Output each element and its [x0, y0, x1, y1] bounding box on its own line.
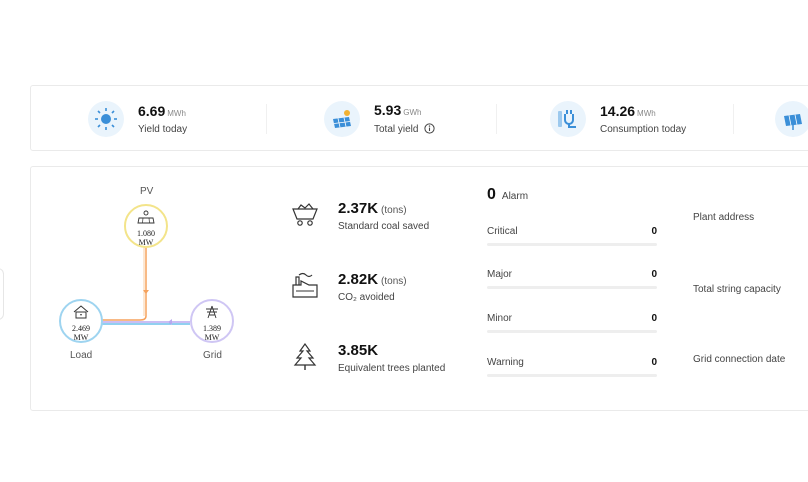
coal-saved-unit: (tons): [381, 205, 407, 216]
alarm-level-name: Critical: [487, 226, 518, 237]
trees-planted-value: 3.85K: [338, 342, 379, 359]
alarm-level-name: Warning: [487, 357, 524, 368]
alarm-row-critical[interactable]: Critical 0: [487, 226, 657, 246]
load-unit: MW: [73, 333, 89, 342]
alarm-row-minor[interactable]: Minor 0: [487, 313, 657, 333]
alarm-level-name: Major: [487, 269, 513, 280]
alarm-row-warning[interactable]: Warning 0: [487, 357, 657, 377]
alarm-bar: [487, 330, 657, 333]
grid-unit: MW: [204, 333, 220, 342]
power-tower-icon: [203, 305, 221, 324]
alarm-level-count: 0: [651, 226, 657, 237]
total-string-capacity-label: Total string capacity: [693, 284, 781, 295]
eco-trees-planted: 3.85K Equivalent trees planted: [290, 342, 445, 374]
alarm-bar: [487, 374, 657, 377]
alarm-bar: [487, 243, 657, 246]
pv-label: PV: [140, 186, 154, 197]
house-icon: [72, 305, 90, 324]
co2-avoided-label: CO₂ avoided: [338, 292, 395, 303]
grid-value: 1.389: [203, 324, 221, 333]
alarm-level-count: 0: [651, 269, 657, 280]
pv-value: 1.080: [137, 229, 155, 238]
load-label: Load: [70, 350, 93, 361]
co2-avoided-unit: (tons): [381, 276, 407, 287]
solar-panel-icon: [137, 210, 155, 229]
coal-cart-icon: [290, 200, 320, 230]
alarm-label: Alarm: [501, 191, 529, 202]
coal-saved-label: Standard coal saved: [338, 221, 430, 232]
alarm-level-name: Minor: [487, 313, 513, 324]
alarm-bar: [487, 286, 657, 289]
energy-flow-lines: [102, 246, 190, 325]
tree-icon: [290, 342, 320, 372]
eco-co2-avoided: 2.82K (tons) CO₂ avoided: [290, 271, 407, 303]
co2-avoided-value: 2.82K: [338, 271, 379, 288]
alarm-row-major[interactable]: Major 0: [487, 269, 657, 289]
pv-unit: MW: [138, 238, 154, 247]
alarm-level-count: 0: [651, 313, 657, 324]
load-node[interactable]: 2.469 MW: [59, 299, 103, 343]
grid-label: Grid: [203, 350, 222, 361]
alarm-level-count: 0: [651, 357, 657, 368]
alarm-summary[interactable]: 0 Alarm: [487, 186, 528, 204]
grid-node[interactable]: 1.389 MW: [190, 299, 234, 343]
plant-address-label: Plant address: [693, 212, 755, 223]
eco-coal-saved: 2.37K (tons) Standard coal saved: [290, 200, 429, 232]
trees-planted-label: Equivalent trees planted: [338, 363, 446, 374]
pv-to-load-line: [102, 315, 147, 321]
coal-saved-value: 2.37K: [338, 200, 379, 217]
load-value: 2.469: [72, 324, 90, 333]
grid-connection-date-label: Grid connection date: [693, 354, 786, 365]
alarm-count: 0: [487, 186, 496, 203]
pv-node[interactable]: 1.080 MW: [124, 204, 168, 248]
factory-icon: [290, 271, 320, 301]
